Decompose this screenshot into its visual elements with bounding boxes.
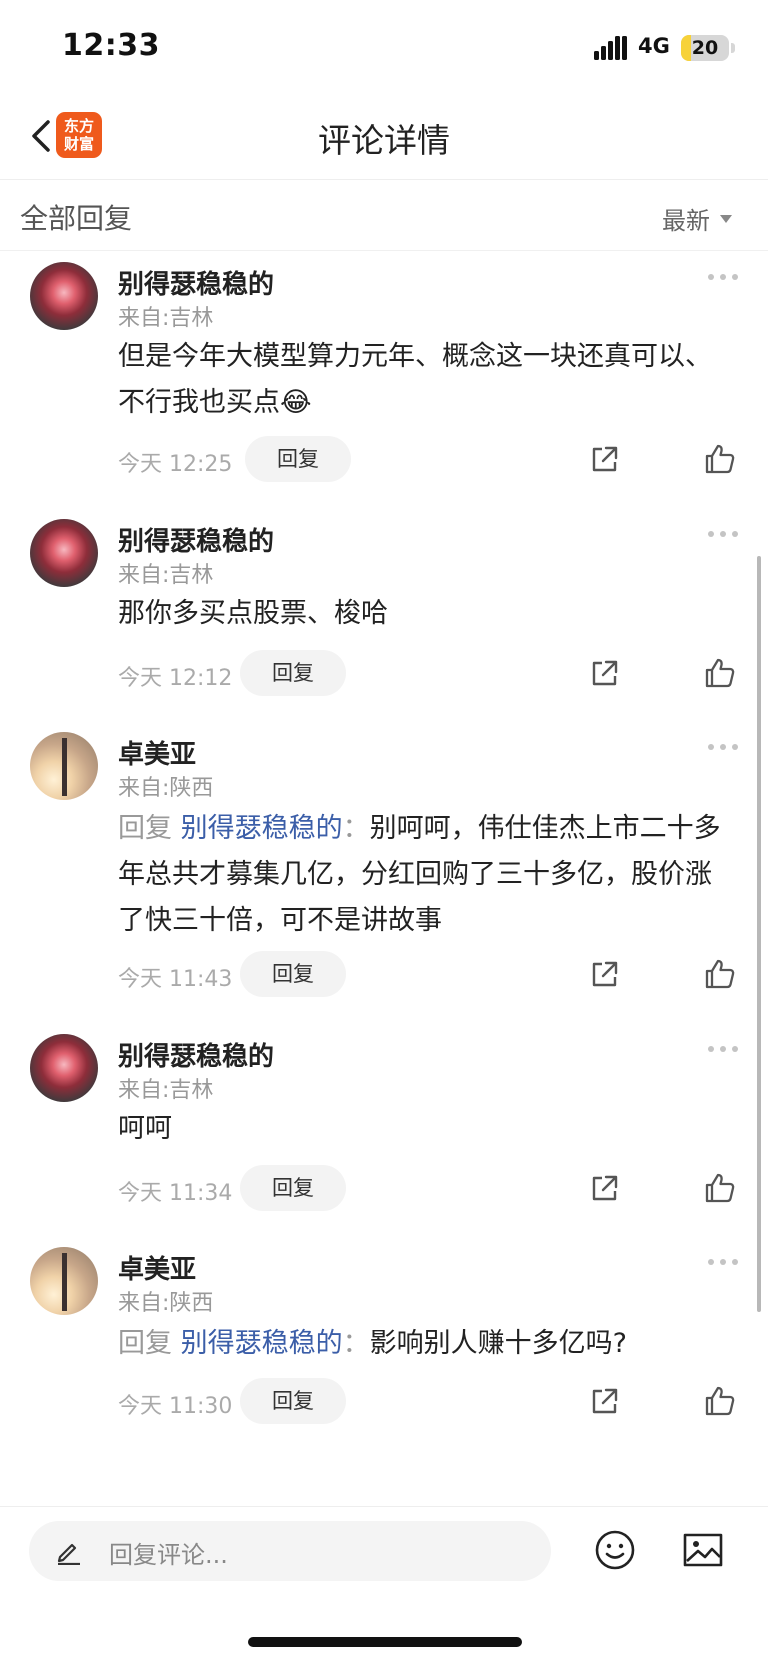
more-dots-icon[interactable] — [708, 274, 738, 282]
share-icon[interactable] — [588, 1384, 622, 1418]
thumbs-up-icon[interactable] — [703, 442, 737, 476]
comment-text: 回复 别得瑟稳稳的：别呵呵，伟仕佳杰上市二十多年总共才募集几亿，分红回购了三十多… — [118, 806, 730, 944]
all-replies-title: 全部回复 — [20, 202, 133, 235]
home-indicator — [248, 1637, 522, 1647]
network-type: 4G — [638, 34, 670, 58]
thumbs-up-icon[interactable] — [703, 1171, 737, 1205]
username[interactable]: 卓美亚 — [118, 1249, 196, 1286]
image-icon[interactable] — [682, 1529, 724, 1571]
share-icon[interactable] — [588, 442, 622, 476]
reply-target-link[interactable]: 别得瑟稳稳的 — [181, 813, 343, 844]
thumbs-up-icon[interactable] — [703, 656, 737, 690]
share-icon[interactable] — [588, 1171, 622, 1205]
reply-input[interactable]: 回复评论... — [29, 1521, 551, 1581]
nav-bar: 东方 财富 评论详情 — [0, 96, 768, 180]
emoji-icon[interactable] — [594, 1529, 636, 1571]
reply-prefix: 回复 — [118, 1328, 172, 1359]
username[interactable]: 别得瑟稳稳的 — [118, 1036, 274, 1073]
avatar[interactable] — [30, 732, 98, 800]
share-icon[interactable] — [588, 656, 622, 690]
more-dots-icon[interactable] — [708, 531, 738, 539]
comment-text: 回复 别得瑟稳稳的：影响别人赚十多亿吗? — [118, 1321, 730, 1367]
comment-text: 那你多买点股票、梭哈 — [118, 598, 388, 629]
pen-icon — [57, 1543, 80, 1565]
comment-time: 今天 12:12 — [118, 666, 233, 691]
comment-text: 呵呵 — [118, 1113, 172, 1144]
location: 来自:吉林 — [118, 1078, 214, 1103]
battery-level: 20 — [691, 37, 719, 59]
reply-button[interactable]: 回复 — [240, 650, 346, 696]
sort-label: 最新 — [662, 207, 710, 235]
thumbs-up-icon[interactable] — [703, 1384, 737, 1418]
comment-body: 影响别人赚十多亿吗? — [369, 1328, 627, 1359]
thumbs-up-icon[interactable] — [703, 957, 737, 991]
page-title: 评论详情 — [318, 121, 450, 160]
signal-icon — [594, 36, 628, 60]
comment-time: 今天 11:34 — [118, 1181, 233, 1206]
comment-text: 但是今年大模型算力元年、概念这一块还真可以、不行我也买点😂 — [118, 334, 730, 426]
battery-cap — [731, 43, 735, 53]
username[interactable]: 别得瑟稳稳的 — [118, 264, 274, 301]
comment-time: 今天 11:43 — [118, 967, 233, 992]
caret-down-icon — [720, 214, 732, 223]
avatar[interactable] — [30, 1247, 98, 1315]
more-dots-icon[interactable] — [708, 744, 738, 752]
reply-colon: ： — [342, 813, 370, 844]
more-dots-icon[interactable] — [708, 1046, 738, 1054]
filter-row: 全部回复 最新 — [0, 181, 768, 251]
username[interactable]: 卓美亚 — [118, 734, 196, 771]
location: 来自:吉林 — [118, 563, 214, 588]
location: 来自:吉林 — [118, 306, 214, 331]
sort-dropdown[interactable]: 最新 — [662, 201, 732, 236]
reply-colon: ： — [342, 1328, 370, 1359]
location: 来自:陕西 — [118, 1291, 214, 1316]
comment-body: 但是今年大模型算力元年、概念这一块还真可以、不行我也买点 — [118, 341, 712, 418]
reply-prefix: 回复 — [118, 813, 172, 844]
reply-placeholder: 回复评论... — [109, 1541, 228, 1569]
scrollbar[interactable] — [757, 556, 761, 1312]
comment-time: 今天 11:30 — [118, 1394, 233, 1419]
battery-icon: 20 — [681, 35, 729, 61]
laugh-cry-emoji-icon: 😂 — [280, 387, 312, 418]
status-time: 12:33 — [62, 28, 160, 63]
reply-button[interactable]: 回复 — [240, 1165, 346, 1211]
bottom-bar: 回复评论... — [0, 1506, 768, 1663]
reply-target-link[interactable]: 别得瑟稳稳的 — [181, 1328, 343, 1359]
reply-button[interactable]: 回复 — [240, 951, 346, 997]
reply-button[interactable]: 回复 — [245, 436, 351, 482]
username[interactable]: 别得瑟稳稳的 — [118, 521, 274, 558]
status-bar: 12:33 4G 20 — [0, 0, 768, 96]
reply-button[interactable]: 回复 — [240, 1378, 346, 1424]
share-icon[interactable] — [588, 957, 622, 991]
avatar[interactable] — [30, 519, 98, 587]
comment-time: 今天 12:25 — [118, 452, 233, 477]
location: 来自:陕西 — [118, 776, 214, 801]
more-dots-icon[interactable] — [708, 1259, 738, 1267]
avatar[interactable] — [30, 1034, 98, 1102]
avatar[interactable] — [30, 262, 98, 330]
